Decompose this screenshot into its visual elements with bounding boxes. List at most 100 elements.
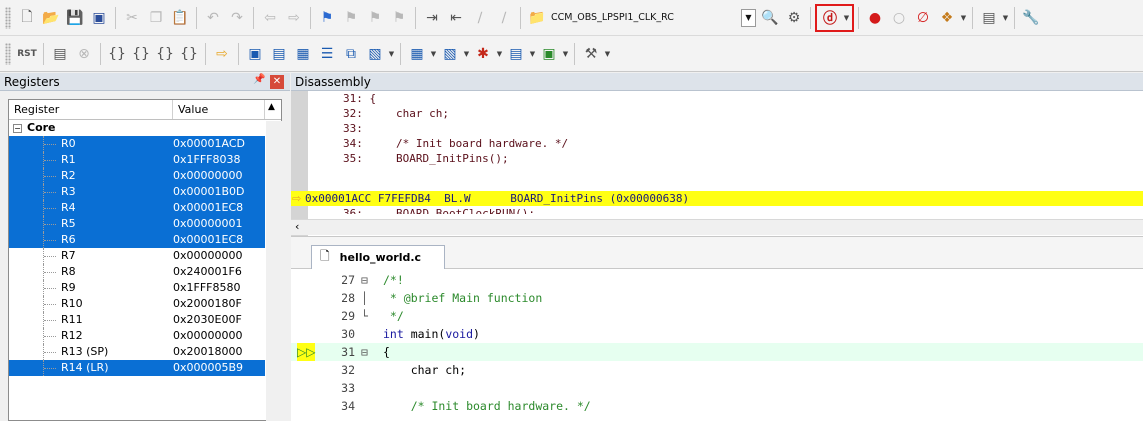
- step-into-icon[interactable]: {}: [106, 43, 128, 65]
- undo-icon[interactable]: ↶: [202, 7, 224, 29]
- chevron-down-icon[interactable]: ▼: [959, 14, 968, 22]
- run-to-cursor-icon[interactable]: {}: [178, 43, 200, 65]
- fold-marker[interactable]: │: [361, 289, 373, 307]
- register-value[interactable]: 0x00000000: [169, 168, 265, 184]
- column-header-value[interactable]: Value: [173, 100, 265, 119]
- window-layout-icon[interactable]: ▤: [978, 7, 1000, 29]
- register-value[interactable]: 0x00000000: [169, 328, 265, 344]
- register-row[interactable]: R13 (SP) 0x20018000: [9, 344, 281, 360]
- disassembly-line[interactable]: 32: char ch;: [291, 106, 1143, 121]
- register-value[interactable]: 0x240001F6: [169, 264, 265, 280]
- column-header-register[interactable]: Register: [9, 100, 173, 119]
- disassembly-hscrollbar[interactable]: ‹: [291, 219, 1143, 235]
- pin-icon[interactable]: 📌: [253, 74, 265, 85]
- redo-icon[interactable]: ↷: [226, 7, 248, 29]
- chevron-down-icon[interactable]: ▼: [561, 50, 570, 58]
- cut-icon[interactable]: ✂: [121, 7, 143, 29]
- disable-breakpoints-icon[interactable]: ∅: [912, 7, 934, 29]
- tab-hello-world[interactable]: 🗋 hello_world.c: [311, 245, 445, 269]
- register-row[interactable]: R2 0x00000000: [9, 168, 281, 184]
- command-window-icon[interactable]: ▣: [244, 43, 266, 65]
- chevron-down-icon[interactable]: ▼: [741, 8, 756, 27]
- uncomment-icon[interactable]: ∕: [493, 7, 515, 29]
- chevron-down-icon[interactable]: ▼: [387, 50, 396, 58]
- disassembly-current-line[interactable]: ⇨ 0x00001ACC F7FEFDB4 BL.W BOARD_InitPins…: [291, 191, 1143, 206]
- code-line[interactable]: 29 └ */: [291, 307, 1143, 325]
- register-value[interactable]: 0x00000001: [169, 216, 265, 232]
- new-file-icon[interactable]: 🗋: [16, 7, 38, 29]
- register-row[interactable]: R5 0x00000001: [9, 216, 281, 232]
- register-value[interactable]: 0x000005B9: [169, 360, 265, 376]
- memory-icon[interactable]: ▦: [406, 43, 428, 65]
- register-value[interactable]: 0x2000180F: [169, 296, 265, 312]
- toolbar-grip[interactable]: [5, 6, 11, 29]
- watch-icon[interactable]: ▧: [364, 43, 386, 65]
- code-line[interactable]: 32 char ch;: [291, 361, 1143, 379]
- register-row[interactable]: R1 0x1FFF8038: [9, 152, 281, 168]
- register-value[interactable]: 0x00001EC8: [169, 232, 265, 248]
- code-line[interactable]: 34 /* Init board hardware. */: [291, 397, 1143, 415]
- registers-vscrollbar[interactable]: [266, 121, 282, 421]
- chevron-down-icon[interactable]: ▼: [495, 50, 504, 58]
- save-icon[interactable]: 💾: [64, 7, 86, 29]
- start-stop-debug-icon[interactable]: ⓓ: [819, 7, 841, 29]
- code-line[interactable]: ▷▷ 31 ⊟ {: [291, 343, 1143, 361]
- system-viewer-icon[interactable]: ▣: [538, 43, 560, 65]
- register-row[interactable]: R11 0x2030E00F: [9, 312, 281, 328]
- scroll-up-icon[interactable]: ▲: [265, 100, 281, 119]
- enable-breakpoint-icon[interactable]: ○: [888, 7, 910, 29]
- register-row[interactable]: R4 0x00001EC8: [9, 200, 281, 216]
- toolbar-grip[interactable]: [5, 42, 11, 65]
- register-value[interactable]: 0x2030E00F: [169, 312, 265, 328]
- toolbox-icon[interactable]: ⚒: [580, 43, 602, 65]
- back-icon[interactable]: ⇦: [259, 7, 281, 29]
- next-bookmark-icon[interactable]: ⚑: [364, 7, 386, 29]
- fold-marker[interactable]: ⊟: [361, 271, 373, 289]
- disassembly-window-icon[interactable]: ▤: [268, 43, 290, 65]
- clear-bookmarks-icon[interactable]: ⚑: [388, 7, 410, 29]
- register-row[interactable]: R10 0x2000180F: [9, 296, 281, 312]
- chevron-down-icon[interactable]: ▼: [429, 50, 438, 58]
- code-line[interactable]: 28 │ * @brief Main function: [291, 289, 1143, 307]
- forward-icon[interactable]: ⇨: [283, 7, 305, 29]
- register-row[interactable]: R12 0x00000000: [9, 328, 281, 344]
- configure-icon[interactable]: ⚙: [783, 7, 805, 29]
- register-group-core[interactable]: − Core: [9, 120, 281, 136]
- code-line[interactable]: 27 ⊟ /*!: [291, 271, 1143, 289]
- scroll-left-icon[interactable]: ‹: [295, 220, 299, 233]
- indent-icon[interactable]: ⇥: [421, 7, 443, 29]
- collapse-icon[interactable]: −: [13, 124, 22, 133]
- disassembly-line[interactable]: 35: BOARD_InitPins();: [291, 151, 1143, 166]
- register-value[interactable]: 0x1FFF8038: [169, 152, 265, 168]
- open-folder-icon[interactable]: 📂: [40, 7, 62, 29]
- fold-marker[interactable]: └: [361, 307, 373, 325]
- comment-icon[interactable]: ∕: [469, 7, 491, 29]
- chevron-down-icon[interactable]: ▼: [603, 50, 612, 58]
- register-row[interactable]: R0 0x00001ACD: [9, 136, 281, 152]
- serial-icon[interactable]: ▧: [439, 43, 461, 65]
- kill-breakpoints-icon[interactable]: ❖: [936, 7, 958, 29]
- wrench-icon[interactable]: 🔧: [1020, 7, 1042, 29]
- register-row[interactable]: R3 0x00001B0D: [9, 184, 281, 200]
- bookmark-icon[interactable]: ⚑: [316, 7, 338, 29]
- disassembly-line[interactable]: 34: /* Init board hardware. */: [291, 136, 1143, 151]
- register-row[interactable]: R7 0x00000000: [9, 248, 281, 264]
- stop-icon[interactable]: ⊗: [73, 43, 95, 65]
- register-value[interactable]: 0x20018000: [169, 344, 265, 360]
- step-over-icon[interactable]: {}: [130, 43, 152, 65]
- show-next-statement-icon[interactable]: ⇨: [211, 43, 233, 65]
- chevron-down-icon[interactable]: ▼: [1001, 14, 1010, 22]
- chevron-down-icon[interactable]: ▼: [462, 50, 471, 58]
- chevron-down-icon[interactable]: ▼: [842, 14, 851, 22]
- find-in-files-icon[interactable]: 📁: [526, 7, 548, 29]
- close-icon[interactable]: ✕: [270, 75, 284, 89]
- run-icon[interactable]: ▤: [49, 43, 71, 65]
- analysis-icon[interactable]: ✱: [472, 43, 494, 65]
- register-value[interactable]: 0x00000000: [169, 248, 265, 264]
- disassembly-line[interactable]: 31: {: [291, 91, 1143, 106]
- register-row[interactable]: R14 (LR) 0x000005B9: [9, 360, 281, 376]
- insert-breakpoint-icon[interactable]: ●: [864, 7, 886, 29]
- disassembly-line-partial[interactable]: 36: BOARD_BootClockRUN();: [291, 206, 1143, 214]
- register-value[interactable]: 0x1FFF8580: [169, 280, 265, 296]
- target-combo[interactable]: CCM_OBS_LPSPI1_CLK_RC ▼: [551, 8, 756, 28]
